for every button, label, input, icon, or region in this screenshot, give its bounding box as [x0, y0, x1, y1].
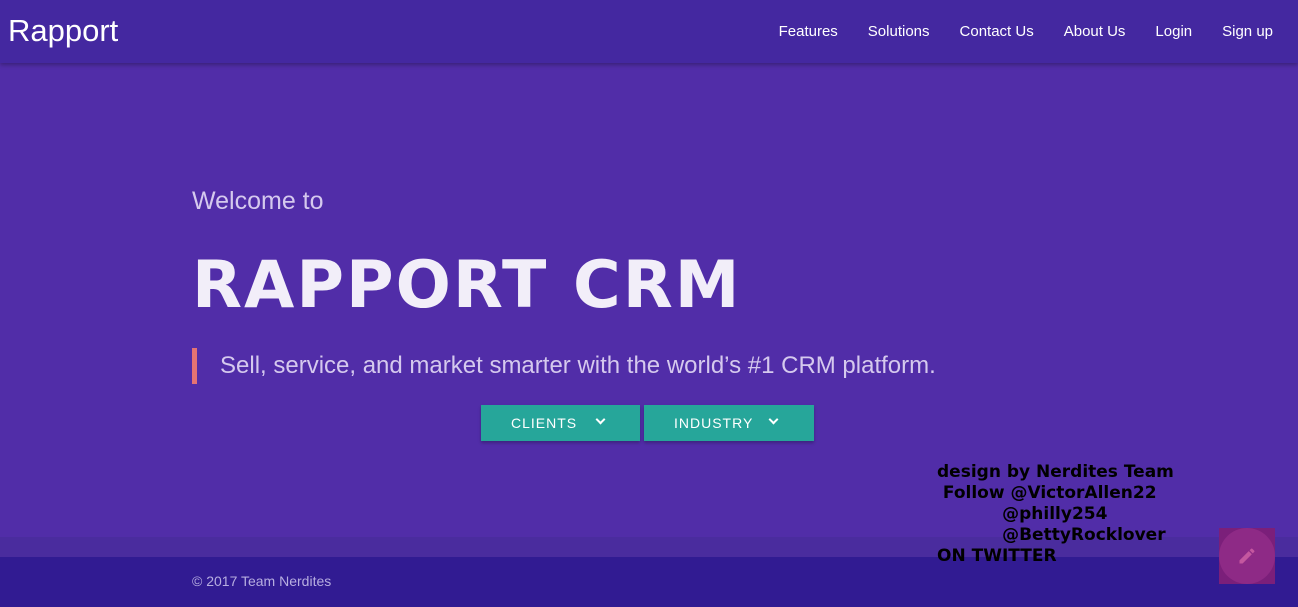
clients-dropdown-button[interactable]: CLIENTS — [481, 405, 640, 441]
edit-fab-button[interactable] — [1219, 528, 1275, 584]
credits-line-3: @philly254 — [937, 504, 1108, 524]
nav-link-solutions[interactable]: Solutions — [853, 0, 945, 63]
nav-link-about-us[interactable]: About Us — [1049, 0, 1141, 63]
design-credits: design by Nerdites Team Follow @VictorAl… — [937, 462, 1174, 567]
chevron-down-icon — [595, 414, 606, 425]
nav-link-login[interactable]: Login — [1140, 0, 1207, 63]
hero-welcome-text: Welcome to — [192, 187, 324, 215]
nav-links: Features Solutions Contact Us About Us L… — [764, 0, 1288, 63]
top-navbar: Rapport Features Solutions Contact Us Ab… — [0, 0, 1298, 63]
hero-title: RAPPORT CRM — [192, 248, 742, 323]
credits-line-1: design by Nerdites Team — [937, 462, 1174, 482]
hero-tagline: Sell, service, and market smarter with t… — [220, 352, 936, 379]
credits-line-4: @BettyRocklover — [937, 525, 1166, 545]
nav-link-contact-us[interactable]: Contact Us — [945, 0, 1049, 63]
industry-dropdown-button[interactable]: INDUSTRY — [644, 405, 814, 441]
credits-line-2: Follow @VictorAllen22 — [937, 483, 1157, 503]
nav-link-features[interactable]: Features — [764, 0, 853, 63]
copyright-text: © 2017 Team Nerdites — [192, 573, 332, 589]
pencil-icon — [1239, 548, 1255, 564]
industry-button-label: INDUSTRY — [674, 415, 754, 431]
credits-line-5: ON TWITTER — [937, 546, 1057, 566]
chevron-down-icon — [768, 414, 779, 425]
blockquote-accent-bar — [192, 348, 197, 384]
clients-button-label: CLIENTS — [511, 415, 578, 431]
fab-circle — [1219, 528, 1275, 584]
brand-logo[interactable]: Rapport — [8, 12, 118, 50]
nav-link-sign-up[interactable]: Sign up — [1207, 0, 1288, 63]
